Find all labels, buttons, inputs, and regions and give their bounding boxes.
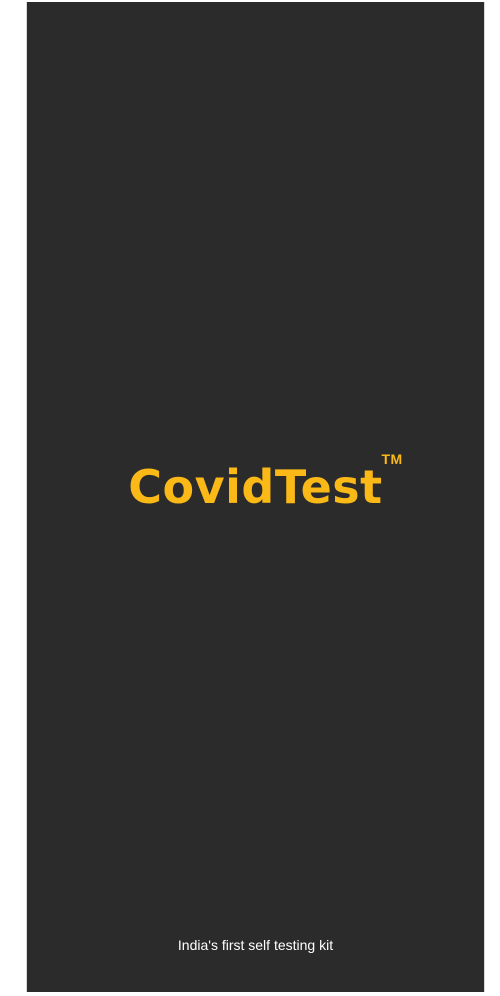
splash-screen: CovidTest TM India's first self testing … (26, 2, 485, 992)
trademark-mark: TM (381, 451, 403, 467)
tagline: India's first self testing kit (177, 937, 334, 953)
brand-name-text: CovidTest (128, 460, 383, 514)
brand-name: CovidTest TM (128, 452, 402, 510)
logo: CovidTest TM (27, 452, 484, 510)
